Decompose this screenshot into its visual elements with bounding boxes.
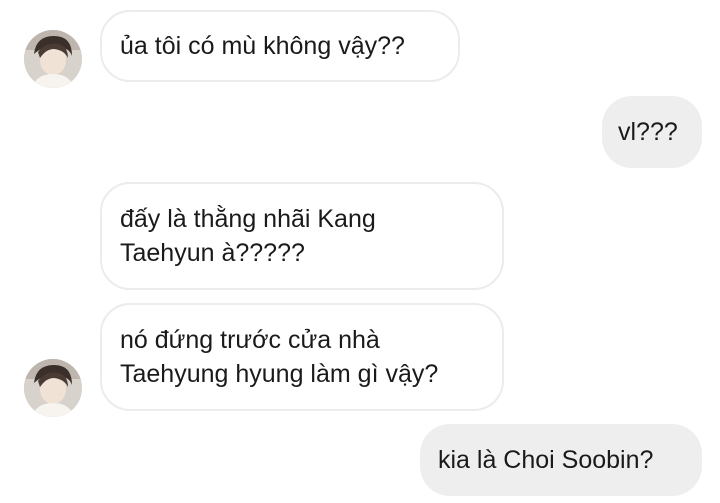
message-text: vl???: [618, 118, 678, 146]
message-text: kia là Choi Soobin?: [438, 446, 654, 474]
message-text-line-1: đấy là thằng nhãi Kang: [120, 205, 376, 233]
message-bubble-incoming[interactable]: ủa tôi có mù không vậy??: [100, 10, 460, 82]
avatar-photo-icon: [24, 359, 82, 417]
message-text-line-2: Taehyung hyung làm gì vậy?: [120, 360, 439, 388]
message-bubble-outgoing[interactable]: vl???: [602, 96, 702, 168]
contact-avatar[interactable]: [24, 359, 82, 417]
message-bubble-incoming[interactable]: đấy là thằng nhãi Kang Taehyun à?????: [100, 182, 504, 290]
message-text-line-1: nó đứng trước cửa nhà: [120, 326, 380, 354]
message-text-line-2: Taehyun à?????: [120, 239, 305, 267]
chat-thread: ủa tôi có mù không vậy?? vl??? đấy là th…: [0, 0, 720, 503]
avatar-photo-icon: [24, 30, 82, 88]
message-bubble-outgoing[interactable]: kia là Choi Soobin?: [420, 424, 702, 496]
message-bubble-incoming[interactable]: nó đứng trước cửa nhà Taehyung hyung làm…: [100, 303, 504, 411]
contact-avatar[interactable]: [24, 30, 82, 88]
message-text: ủa tôi có mù không vậy??: [120, 32, 405, 60]
